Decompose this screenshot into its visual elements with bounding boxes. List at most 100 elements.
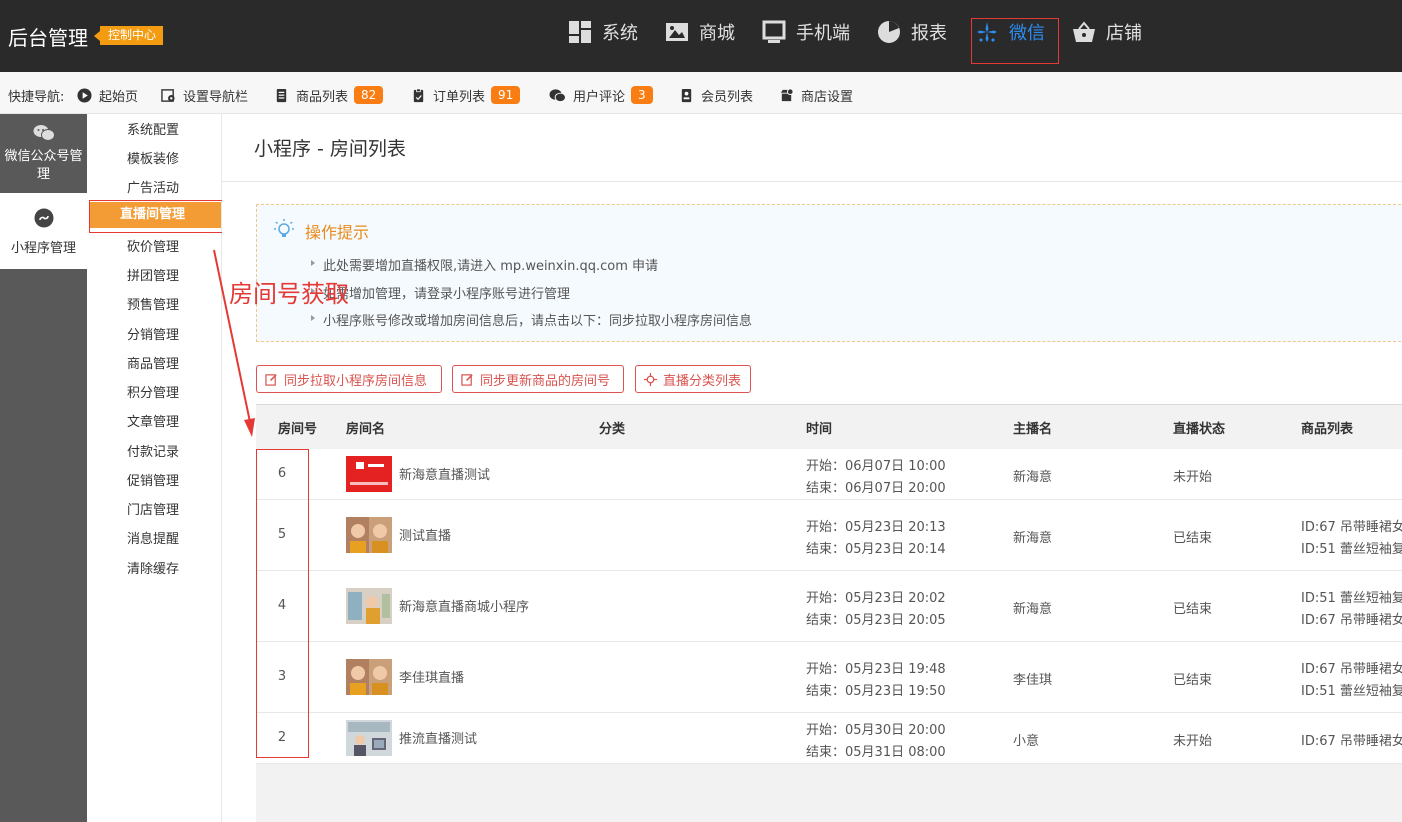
quick-shop-settings[interactable]: 商店设置 [779,86,854,105]
sidebar-item-products[interactable]: 商品管理 [127,353,179,372]
sidebar-item-messages[interactable]: 消息提醒 [127,528,179,547]
sidebar-item-promotions[interactable]: 促销管理 [127,470,179,489]
column-header-time[interactable]: 时间 [806,418,832,437]
member-icon [681,88,692,102]
nav-mall[interactable]: 商城 [665,15,735,49]
settings-icon [161,88,175,102]
room-cover-image [346,517,392,553]
sidebar-item-miniprogram[interactable]: 小程序管理 [0,193,87,269]
sidebar-item-system-config[interactable]: 系统配置 [127,119,179,138]
column-header-status[interactable]: 直播状态 [1173,418,1225,437]
sync-rooms-button[interactable]: 同步拉取小程序房间信息 [256,365,442,393]
sidebar-item-points[interactable]: 积分管理 [127,382,179,401]
sidebar-item-miniprogram-label: 小程序管理 [10,241,76,256]
sidebar-item-presale[interactable]: 预售管理 [127,294,179,313]
column-header-room-id[interactable]: 房间号 [278,418,317,437]
room-name: 李佳琪直播 [399,671,465,686]
crosshair-icon [644,372,657,386]
comments-icon [549,88,566,102]
quick-start-page-label: 起始页 [99,89,139,105]
live-category-list-button[interactable]: 直播分类列表 [635,365,751,393]
column-header-room-name[interactable]: 房间名 [346,418,385,437]
sidebar-item-group-buy[interactable]: 拼团管理 [127,265,179,284]
image-icon [666,23,688,41]
room-end-time: 结束：05月23日 19:50 [806,684,946,699]
tips-title: 操作提示 [305,223,370,242]
nav-system[interactable]: 系统 [568,15,638,49]
nav-reports[interactable]: 报表 [877,15,947,49]
nav-store-label: 店铺 [1106,23,1142,44]
nav-mobile-label: 手机端 [796,23,850,44]
anchor-name: 新海意 [1013,531,1053,546]
room-start-time: 开始：05月23日 20:13 [806,520,946,535]
clipboard-icon [413,88,424,102]
column-header-category[interactable]: 分类 [599,418,625,437]
goods-item: ID:67 吊带睡裙女 [1301,662,1402,677]
nav-store[interactable]: 店铺 [1072,15,1142,49]
quick-user-comments[interactable]: 用户评论 3 [549,86,653,105]
room-cover-image [346,456,392,492]
edit-icon [461,373,473,386]
live-rooms-highlight [89,200,238,233]
sidebar-item-clear-cache[interactable]: 清除缓存 [127,558,179,577]
goods-item: ID:67 吊带睡裙女 [1301,613,1402,628]
room-end-time: 结束：05月31日 08:00 [806,745,946,760]
room-end-time: 结束：05月23日 20:14 [806,542,946,557]
comment-count-badge: 3 [631,86,653,104]
room-start-time: 开始：05月30日 20:00 [806,723,946,738]
quick-start-page[interactable]: 起始页 [77,86,139,105]
room-end-time: 结束：05月23日 20:05 [806,613,946,628]
quick-user-comments-label: 用户评论 [573,89,626,105]
quick-nav-label: 快捷导航: [8,89,65,105]
sidebar-item-payments[interactable]: 付款记录 [127,441,179,460]
column-header-goods[interactable]: 商品列表 [1301,418,1353,437]
brand-title: 后台管理 [8,26,88,50]
pie-chart-icon [878,21,900,43]
room-id-highlight [256,449,309,758]
nav-mall-label: 商城 [699,23,735,44]
room-name: 测试直播 [399,529,452,544]
quick-product-list[interactable]: 商品列表 82 [274,86,384,105]
live-status: 已结束 [1173,602,1213,617]
tip-line: 小程序账号修改或增加房间信息后，请点击以下：同步拉取小程序房间信息 [310,310,752,329]
goods-item: ID:67 吊带睡裙女 [1301,734,1402,749]
live-status: 已结束 [1173,531,1213,546]
room-start-time: 开始：05月23日 20:02 [806,591,946,606]
room-cover-image [346,659,392,695]
title-divider [222,181,1402,182]
anchor-name: 李佳琪 [1013,673,1053,688]
room-end-time: 结束：06月07日 20:00 [806,481,946,496]
room-start-time: 开始：06月07日 10:00 [806,459,946,474]
sidebar-item-stores[interactable]: 门店管理 [127,499,179,518]
sidebar-item-wechat-official[interactable]: 微信公众号管理 [0,114,87,190]
anchor-name: 小意 [1013,734,1040,749]
nav-mobile[interactable]: 手机端 [762,15,850,49]
sync-rooms-button-label: 同步拉取小程序房间信息 [284,373,428,389]
sidebar-item-distribution[interactable]: 分销管理 [127,324,179,343]
control-center-badge[interactable]: 控制中心 [93,26,164,45]
sync-product-rooms-button[interactable]: 同步更新商品的房间号 [452,365,624,393]
miniprogram-icon [34,208,53,228]
sidebar-item-bargain[interactable]: 砍价管理 [127,236,179,255]
primary-sidebar: 微信公众号管理 小程序管理 [0,114,87,822]
quick-nav-settings[interactable]: 设置导航栏 [161,86,249,105]
quick-member-list[interactable]: 会员列表 [679,86,753,105]
product-count-badge: 82 [354,86,384,104]
quick-shop-settings-label: 商店设置 [801,89,854,105]
sidebar-item-ads[interactable]: 广告活动 [127,177,179,196]
column-header-anchor[interactable]: 主播名 [1013,418,1052,437]
quick-order-list[interactable]: 订单列表 91 [411,86,521,105]
sidebar-item-template[interactable]: 模板装修 [127,148,179,167]
play-circle-icon [77,87,92,103]
quick-nav-settings-label: 设置导航栏 [183,89,249,105]
sidebar-item-articles[interactable]: 文章管理 [127,411,179,430]
shop-settings-icon [780,87,794,101]
edit-icon [265,373,277,386]
room-name: 新海意直播商城小程序 [399,600,530,615]
live-category-list-button-label: 直播分类列表 [663,373,742,389]
top-header: 后台管理 控制中心 系统 商城 手机端 报表 微信 店铺 [0,0,1402,72]
monitor-icon [762,20,786,43]
nav-wechat-highlight [971,18,1059,64]
tip-line: 此处需要增加直播权限,请进入 mp.weinxin.qq.com 申请 [310,255,658,274]
dashboard-icon [569,21,591,43]
